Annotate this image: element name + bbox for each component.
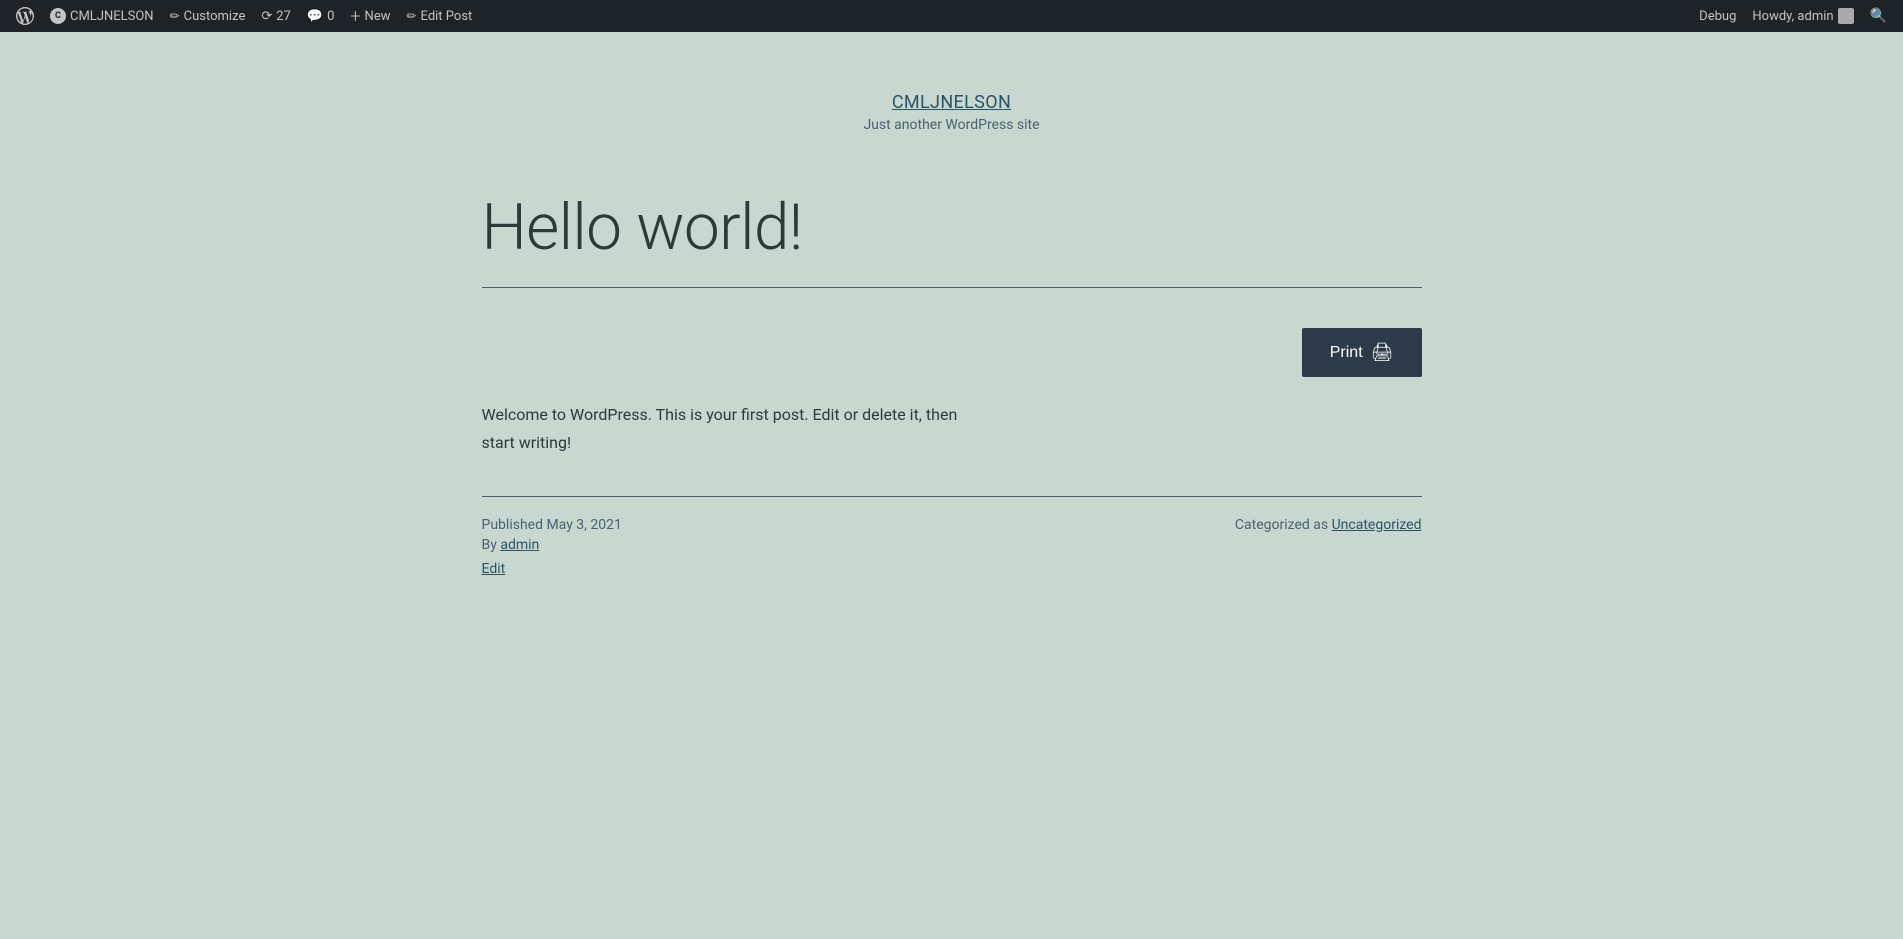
published-info: Published May 3, 2021 [482,517,622,533]
updates-count: 27 [276,9,291,24]
post-body-text: Welcome to WordPress. This is your first… [482,401,982,455]
title-divider [482,287,1422,288]
post-meta-right: Categorized as Uncategorized [1235,517,1422,533]
by-label: By [482,537,501,553]
debug-label: Debug [1699,9,1736,24]
edit-icon: ✏ [406,9,416,23]
adminbar-site-name-label: CMLJNELSON [70,9,154,24]
post-meta-left: Published May 3, 2021 By admin Edit [482,517,622,577]
adminbar-search[interactable]: 🔍 [1862,0,1895,32]
categorized-label: Categorized as [1235,517,1332,533]
post-meta: Published May 3, 2021 By admin Edit Cate… [482,517,1422,577]
site-header: CMLJNELSON Just another WordPress site [0,32,1903,173]
search-icon: 🔍 [1870,8,1887,24]
adminbar-user-menu[interactable]: Howdy, admin [1744,0,1861,32]
new-label: New [365,9,391,24]
edit-link[interactable]: Edit [482,561,622,577]
post-content: Welcome to WordPress. This is your first… [482,401,982,455]
published-label: Published [482,517,547,533]
print-label: Print [1330,344,1363,362]
adminbar-site-name[interactable]: C CMLJNELSON [42,0,162,32]
adminbar-new[interactable]: + New [342,0,398,32]
howdy-label: Howdy, admin [1752,9,1833,24]
comments-icon: 💬 [307,9,323,24]
wp-logo-menu[interactable] [8,0,42,32]
plus-icon: + [350,6,360,27]
adminbar-debug[interactable]: Debug [1691,0,1744,32]
post-title: Hello world! [482,193,1422,263]
page-wrapper: CMLJNELSON Just another WordPress site H… [0,0,1903,907]
author-info: By admin [482,537,622,553]
category-link[interactable]: Uncategorized [1332,517,1422,533]
printer-icon: 🖨 [1371,342,1394,363]
site-tagline: Just another WordPress site [20,117,1883,133]
print-button[interactable]: Print 🖨 [1302,328,1422,377]
published-date: May 3, 2021 [546,517,621,533]
main-content: Hello world! Print 🖨 Welcome to WordPres… [442,173,1462,637]
post-footer-divider [482,496,1422,497]
adminbar-customize[interactable]: ✏ Customize [162,0,254,32]
customize-label: Customize [184,9,246,24]
edit-post-label: Edit Post [421,9,473,24]
site-favicon: C [50,8,66,24]
customize-icon: ✏ [170,9,180,23]
adminbar-edit-post[interactable]: ✏ Edit Post [398,0,480,32]
author-link[interactable]: admin [500,537,539,553]
site-title-link[interactable]: CMLJNELSON [892,92,1011,113]
print-button-area: Print 🖨 [482,328,1422,377]
comments-count: 0 [327,9,334,24]
admin-bar: C CMLJNELSON ✏ Customize ⟳ 27 💬 0 + New … [0,0,1903,32]
updates-icon: ⟳ [261,9,272,24]
user-avatar [1838,8,1854,24]
adminbar-comments[interactable]: 💬 0 [299,0,343,32]
adminbar-updates[interactable]: ⟳ 27 [253,0,299,32]
